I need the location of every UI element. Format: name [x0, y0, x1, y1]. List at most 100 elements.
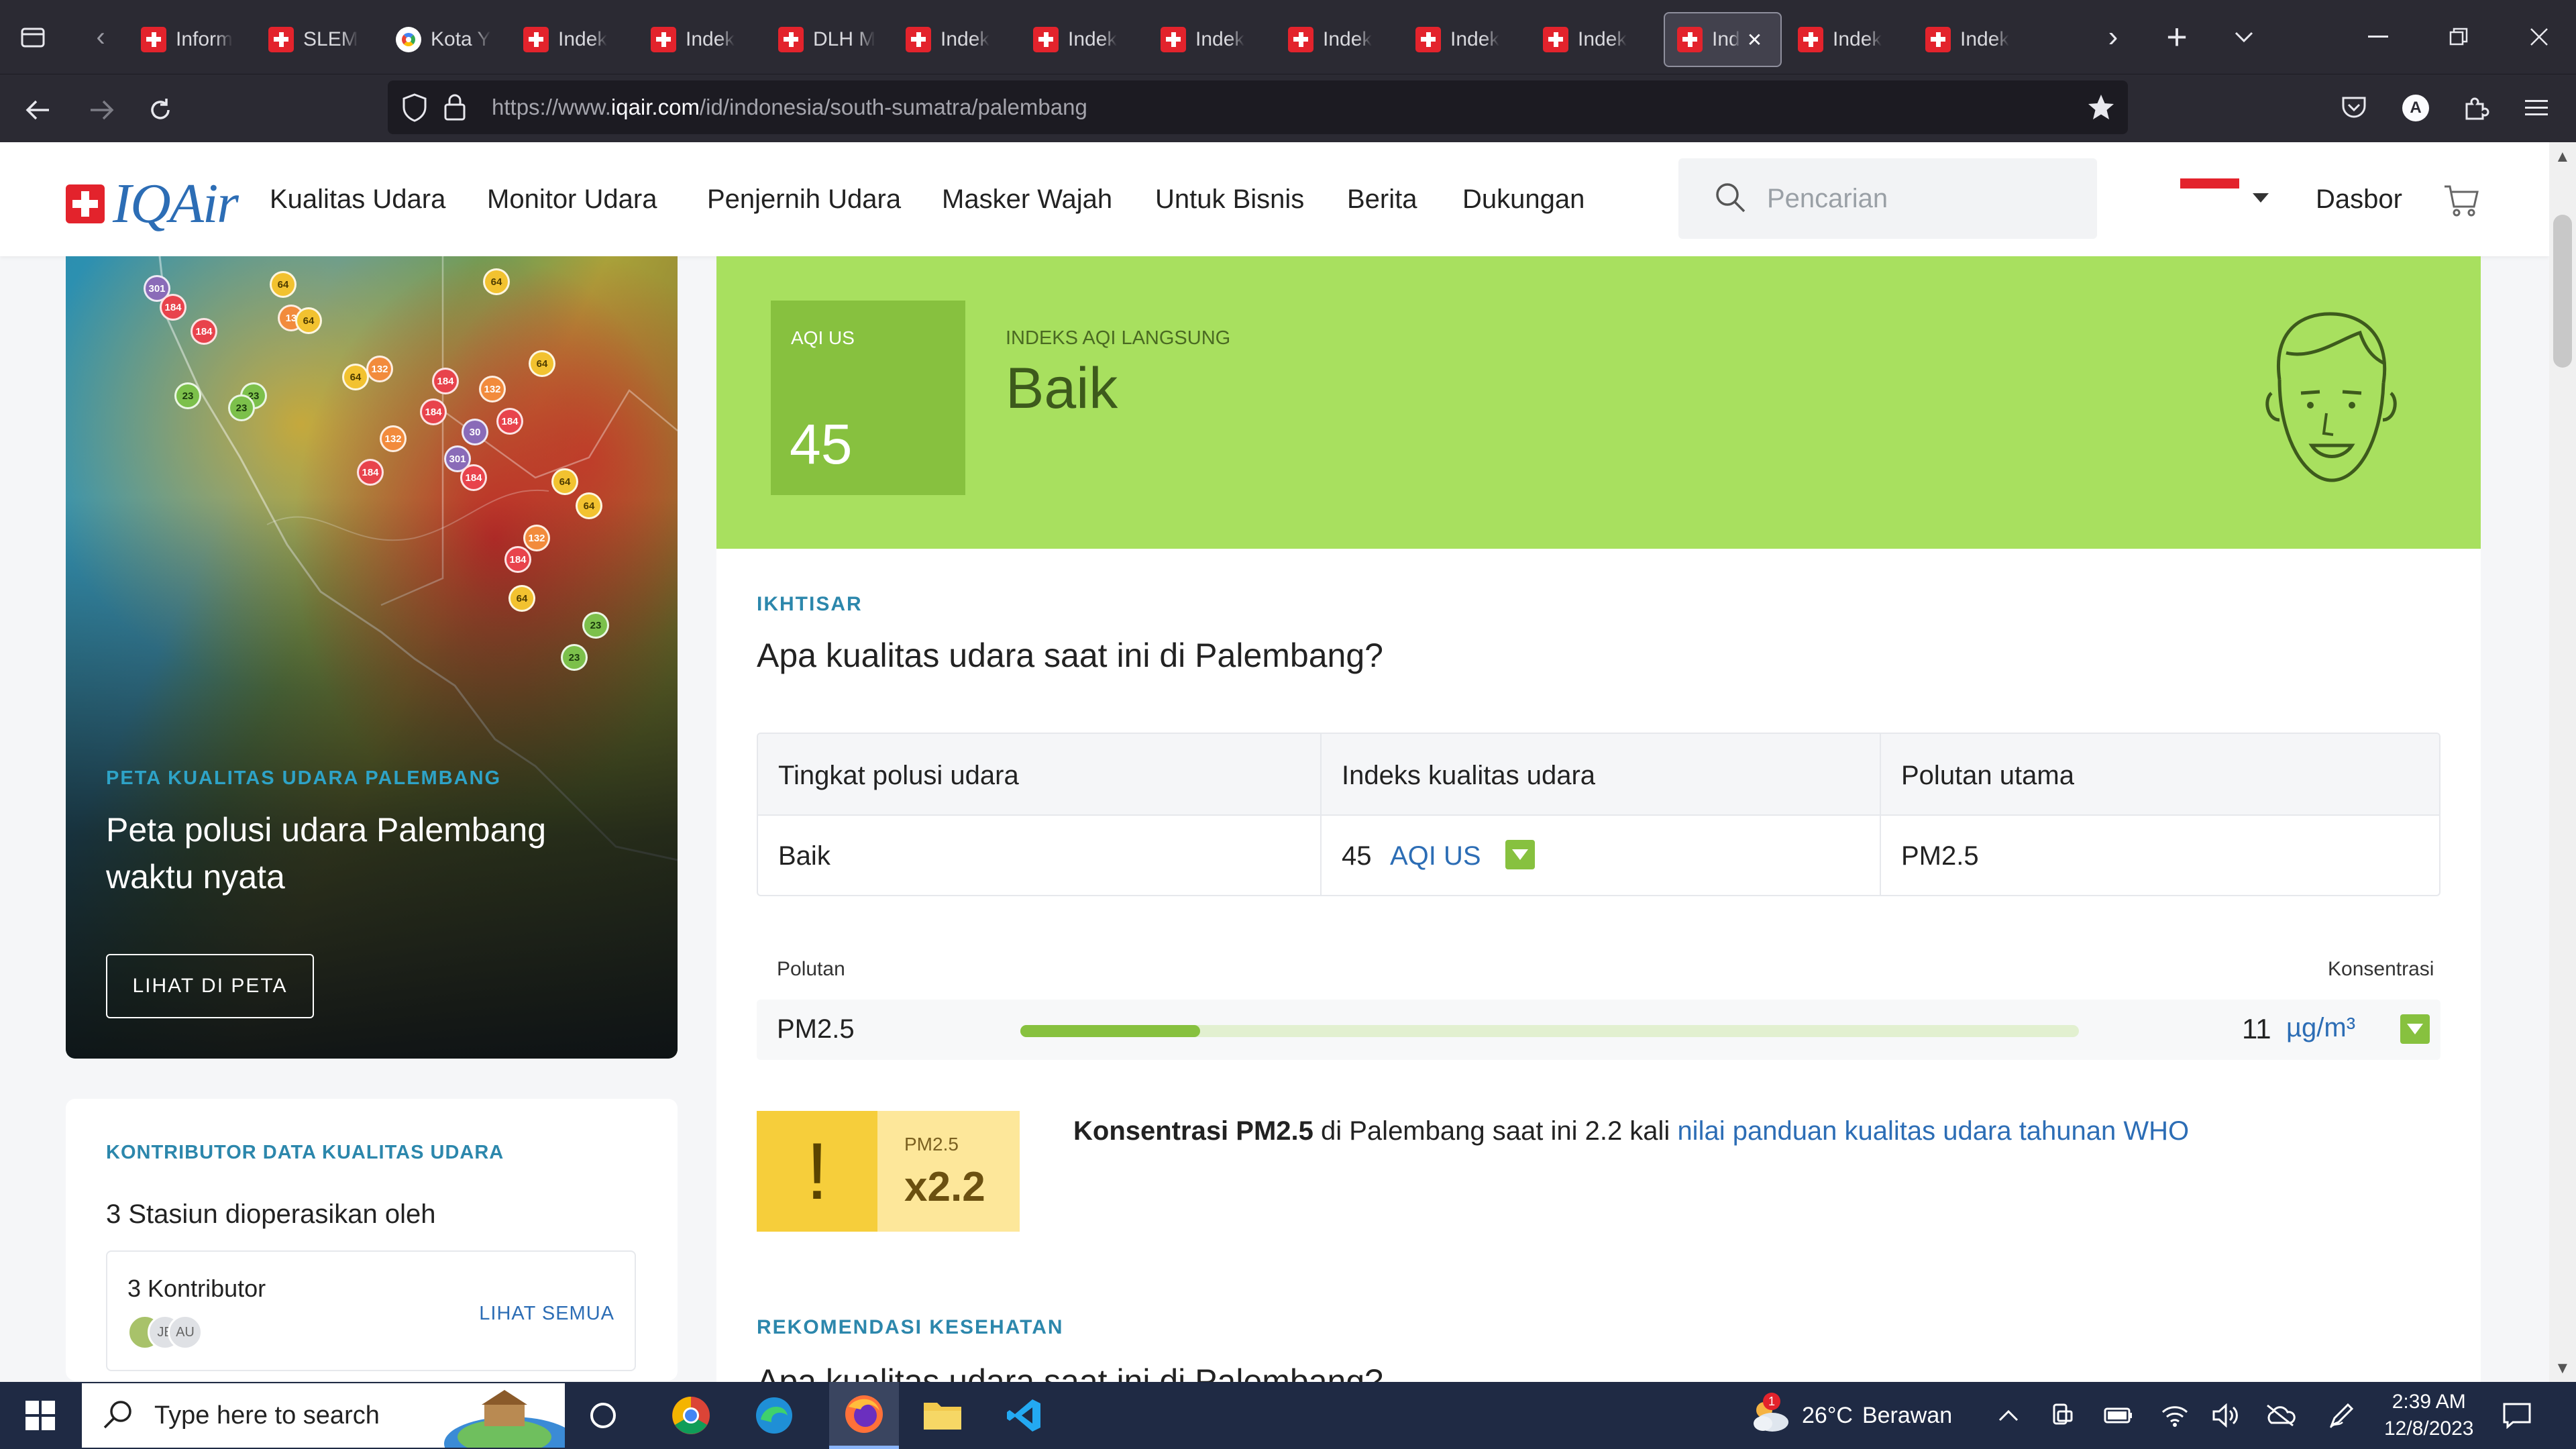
nav-penjernih-udara[interactable]: Penjernih Udara	[707, 184, 901, 215]
browser-tab[interactable]: Indek	[651, 12, 758, 67]
iqair-logo[interactable]: IQAir	[66, 176, 239, 232]
clock[interactable]: 2:39 AM 12/8/2023	[2384, 1382, 2473, 1449]
scroll-up-icon[interactable]: ▲	[2555, 148, 2571, 166]
map-aqi-marker[interactable]: 184	[420, 398, 447, 425]
map-aqi-marker[interactable]: 64	[270, 271, 297, 298]
browser-tab[interactable]: Indek	[906, 12, 1013, 67]
map-aqi-marker[interactable]: 30	[462, 419, 488, 445]
browser-tab[interactable]: Ind ✕	[1664, 12, 1782, 67]
browser-tab[interactable]: Indek	[1798, 12, 1905, 67]
aqi-us-unit-link[interactable]: AQI US	[1390, 841, 1481, 871]
map-aqi-marker[interactable]: 64	[551, 468, 578, 495]
nav-dukungan[interactable]: Dukungan	[1462, 184, 1585, 215]
wifi-icon[interactable]	[2161, 1382, 2188, 1449]
show-hidden-icons-chevron-icon[interactable]	[1998, 1382, 2019, 1449]
forward-icon[interactable]	[85, 93, 118, 127]
map-aqi-marker[interactable]: 64	[342, 364, 369, 390]
browser-tab[interactable]: Indek	[1288, 12, 1395, 67]
map-aqi-marker[interactable]: 64	[483, 268, 510, 295]
tab-list-icon[interactable]	[16, 20, 50, 54]
browser-tab[interactable]: Indek	[1543, 12, 1650, 67]
map-aqi-marker[interactable]: 184	[432, 368, 459, 394]
battery-icon[interactable]	[2104, 1382, 2133, 1449]
task-view-icon[interactable]	[580, 1382, 627, 1449]
close-tab-icon[interactable]: ✕	[1747, 29, 1762, 51]
cart-icon[interactable]	[2443, 184, 2479, 221]
volume-icon[interactable]	[2212, 1382, 2241, 1449]
tab-overflow-chevron-icon[interactable]	[2227, 20, 2261, 54]
nav-masker-wajah[interactable]: Masker Wajah	[942, 184, 1112, 215]
address-bar[interactable]: https://www.iqair.com/id/indonesia/south…	[388, 80, 2128, 134]
notifications-icon[interactable]	[2502, 1382, 2532, 1449]
browser-tab[interactable]: Inform	[141, 12, 248, 67]
onedrive-cloud-offline-icon[interactable]	[2265, 1382, 2296, 1449]
see-all-contributors-link[interactable]: LIHAT SEMUA	[479, 1303, 614, 1325]
nav-berita[interactable]: Berita	[1347, 184, 1417, 215]
new-tab-icon[interactable]: +	[2160, 17, 2194, 57]
contributor-avatar-3[interactable]: AU	[168, 1315, 203, 1350]
reload-icon[interactable]	[144, 93, 177, 127]
file-explorer-taskbar-icon[interactable]	[912, 1382, 973, 1449]
nav-monitor-udara[interactable]: Monitor Udara	[487, 184, 657, 215]
chrome-taskbar-icon[interactable]	[664, 1382, 718, 1449]
browser-tab[interactable]: Indek	[1161, 12, 1268, 67]
windows-start-icon[interactable]	[20, 1382, 60, 1449]
restore-icon[interactable]	[2442, 20, 2475, 54]
scroll-tabs-left-icon[interactable]: ‹	[87, 20, 114, 54]
view-on-map-button[interactable]: LIHAT DI PETA	[106, 954, 314, 1018]
meet-now-icon[interactable]	[2050, 1382, 2074, 1449]
scroll-tabs-right-icon[interactable]: ›	[2100, 20, 2127, 54]
scrollbar-thumb[interactable]	[2553, 215, 2572, 368]
firefox-taskbar-icon[interactable]	[829, 1382, 899, 1449]
map-aqi-marker[interactable]: 184	[496, 408, 523, 435]
tracking-protection-shield-icon[interactable]	[401, 93, 428, 125]
bookmark-star-icon[interactable]	[2086, 93, 2116, 125]
browser-tab[interactable]: Indek	[1925, 12, 2033, 67]
who-guideline-link[interactable]: nilai panduan kualitas udara tahunan WHO	[1677, 1116, 2189, 1146]
site-search-input[interactable]: Pencarian	[1678, 158, 2097, 239]
pen-workspace-icon[interactable]	[2328, 1382, 2355, 1449]
back-icon[interactable]	[21, 93, 55, 127]
lock-icon[interactable]	[443, 93, 467, 125]
map-aqi-marker[interactable]: 184	[460, 464, 487, 491]
taskbar-search-input[interactable]: Type here to search	[82, 1383, 578, 1449]
browser-tab[interactable]: SLEM	[268, 12, 376, 67]
map-aqi-marker[interactable]: 132	[479, 376, 506, 402]
map-aqi-marker[interactable]: 184	[504, 546, 531, 573]
map-aqi-marker[interactable]: 23	[561, 644, 588, 671]
map-aqi-marker[interactable]: 64	[576, 492, 602, 519]
nav-untuk-bisnis[interactable]: Untuk Bisnis	[1155, 184, 1304, 215]
vscode-taskbar-icon[interactable]	[994, 1382, 1055, 1449]
map-aqi-marker[interactable]: 184	[160, 294, 186, 321]
map-aqi-marker[interactable]: 23	[582, 612, 609, 639]
browser-tab[interactable]: Kota Y	[396, 12, 503, 67]
map-aqi-marker[interactable]: 23	[174, 382, 201, 409]
browser-tab[interactable]: DLH M	[778, 12, 885, 67]
indonesia-flag-icon[interactable]	[2180, 178, 2239, 199]
language-dropdown-icon[interactable]	[2253, 193, 2269, 203]
close-window-icon[interactable]	[2522, 20, 2556, 54]
dashboard-link[interactable]: Dasbor	[2316, 184, 2402, 215]
map-aqi-marker[interactable]: 64	[508, 585, 535, 612]
map-aqi-marker[interactable]: 132	[380, 425, 407, 452]
app-menu-hamburger-icon[interactable]	[2520, 91, 2553, 125]
map-aqi-marker[interactable]: 184	[191, 318, 217, 345]
pocket-icon[interactable]	[2337, 91, 2371, 125]
account-avatar-icon[interactable]: A	[2399, 91, 2432, 125]
map-aqi-marker[interactable]: 23	[228, 394, 255, 421]
edge-taskbar-icon[interactable]	[747, 1382, 801, 1449]
air-quality-map-card[interactable]: 301 184 184 64 13 64 64 23 132 64 23 23 184 132 184 64 1…	[66, 256, 678, 1059]
map-aqi-marker[interactable]: 64	[295, 307, 322, 334]
map-aqi-marker[interactable]: 132	[366, 356, 393, 382]
browser-tab[interactable]: Indek	[1033, 12, 1140, 67]
minimize-icon[interactable]	[2361, 20, 2395, 54]
map-aqi-marker[interactable]: 184	[357, 459, 384, 486]
nav-kualitas-udara[interactable]: Kualitas Udara	[270, 184, 445, 215]
scroll-down-icon[interactable]: ▼	[2555, 1359, 2571, 1378]
weather-widget[interactable]: 1 26°C Berawan	[1748, 1382, 1952, 1449]
map-aqi-marker[interactable]: 132	[523, 525, 550, 551]
browser-tab[interactable]: Indek	[1415, 12, 1523, 67]
map-aqi-marker[interactable]: 64	[529, 350, 555, 377]
extensions-puzzle-icon[interactable]	[2459, 91, 2493, 125]
browser-tab[interactable]: Indek	[523, 12, 631, 67]
